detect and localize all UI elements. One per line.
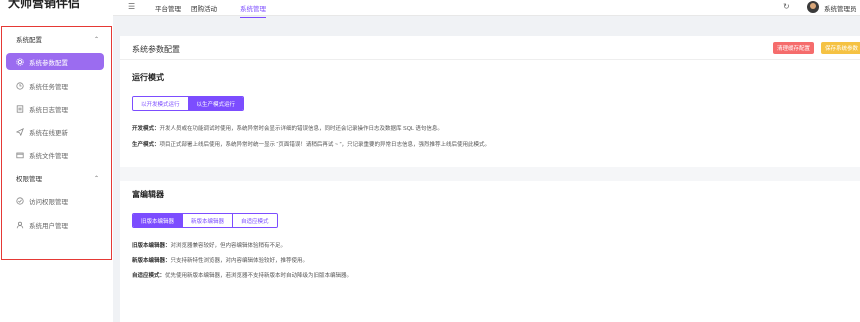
tab-platform-management[interactable]: 平台管理 xyxy=(155,3,181,13)
dev-mode-description: 开发模式：开发人员或在功能调试时使用，系统异常时会显示详细的错误信息，同时还会记… xyxy=(132,124,443,132)
clear-cache-button[interactable]: 清理缓存配置 xyxy=(773,42,815,54)
desc-text: 优先使用新版本编辑器，若浏览器不支持新版本时自动降级为旧版本编辑器。 xyxy=(165,273,353,279)
section-divider xyxy=(120,167,860,181)
new-editor-option[interactable]: 新版本编辑器 xyxy=(182,214,233,227)
editor-selector: 旧版本编辑器 新版本编辑器 自适应模式 xyxy=(132,213,278,228)
user-icon xyxy=(16,221,24,229)
sidebar-item-file-management[interactable]: 系统文件管理 xyxy=(6,146,104,163)
editor-title: 富编辑器 xyxy=(132,190,164,199)
prod-mode-description: 生产模式：项目正式部署上线后使用，系统异常时统一显示 “页面错误！请稍后再试 ~… xyxy=(132,140,490,148)
save-params-button[interactable]: 保存系统参数 xyxy=(821,42,860,54)
avatar[interactable] xyxy=(807,1,819,13)
system-params-panel: 系统参数配置 清理缓存配置 保存系统参数 运行模式 以开发模式运行 以生产模式运… xyxy=(120,36,860,322)
adaptive-editor-description: 自适应模式：优先使用新版本编辑器，若浏览器不支持新版本时自动降级为旧版本编辑器。 xyxy=(132,271,352,279)
top-navigation-bar: ☰ 平台管理 团购活动 系统管理 ↻ 系统管理员 xyxy=(113,0,860,18)
desc-label: 开发模式： xyxy=(132,126,160,132)
gear-icon xyxy=(16,57,24,66)
sidebar-group-system-config[interactable]: 系统配置 ⌃ xyxy=(0,32,113,46)
send-icon xyxy=(16,127,24,136)
sidebar-group-label: 系统配置 xyxy=(16,37,42,44)
prod-mode-option[interactable]: 以生产模式运行 xyxy=(187,97,244,110)
sidebar-group-label: 权限管理 xyxy=(16,176,42,183)
sidebar-group-permission[interactable]: 权限管理 ⌃ xyxy=(0,171,113,185)
desc-text: 对浏览器兼容较好，但内容编辑体验稍有不足。 xyxy=(170,243,287,249)
panel-header: 系统参数配置 清理缓存配置 保存系统参数 xyxy=(120,36,860,60)
document-icon xyxy=(16,104,24,113)
adaptive-editor-option[interactable]: 自适应模式 xyxy=(232,214,277,227)
clock-icon xyxy=(16,81,24,90)
tab-group-buying[interactable]: 团购活动 xyxy=(191,3,217,13)
folder-icon xyxy=(16,151,24,159)
sidebar-item-online-update[interactable]: 系统在线更新 xyxy=(6,123,104,140)
old-editor-description: 旧版本编辑器：对浏览器兼容较好，但内容编辑体验稍有不足。 xyxy=(132,241,286,249)
sidebar: 大师营销伴侣 系统配置 ⌃ 系统参数配置 系统任务管理 系统日志管理 系统在线更… xyxy=(0,0,113,322)
run-mode-title: 运行模式 xyxy=(132,73,164,82)
sidebar-item-label: 系统日志管理 xyxy=(29,106,68,114)
menu-toggle-icon[interactable]: ☰ xyxy=(128,2,135,11)
run-mode-selector: 以开发模式运行 以生产模式运行 xyxy=(132,96,245,111)
tab-system-management[interactable]: 系统管理 xyxy=(240,3,266,18)
refresh-icon[interactable]: ↻ xyxy=(783,2,790,11)
sidebar-item-user-management[interactable]: 系统用户管理 xyxy=(6,216,104,233)
old-editor-option[interactable]: 旧版本编辑器 xyxy=(133,214,183,227)
chevron-up-icon: ⌃ xyxy=(93,36,99,43)
desc-label: 自适应模式： xyxy=(132,273,166,279)
sidebar-item-label: 系统文件管理 xyxy=(29,152,68,160)
page-title: 系统参数配置 xyxy=(132,45,180,54)
sidebar-item-label: 系统任务管理 xyxy=(29,83,68,91)
chevron-up-icon: ⌃ xyxy=(93,175,99,182)
new-editor-description: 新版本编辑器：只支持新特性浏览器，对内容编辑体验较好，推荐使用。 xyxy=(132,256,308,264)
desc-label: 生产模式： xyxy=(132,142,160,148)
sidebar-item-system-params[interactable]: 系统参数配置 xyxy=(6,53,104,70)
sidebar-item-label: 系统在线更新 xyxy=(29,129,68,137)
desc-text: 项目正式部署上线后使用，系统异常时统一显示 “页面错误！请稍后再试 ~ ”，只记… xyxy=(159,142,490,148)
desc-text: 开发人员或在功能调试时使用，系统异常时会显示详细的错误信息，同时还会记录操作日志… xyxy=(159,126,443,132)
desc-text: 只支持新特性浏览器，对内容编辑体验较好，推荐使用。 xyxy=(170,258,309,264)
shield-check-icon xyxy=(16,196,24,205)
sidebar-item-log-management[interactable]: 系统日志管理 xyxy=(6,100,104,117)
sidebar-item-label: 系统参数配置 xyxy=(29,59,68,67)
user-name[interactable]: 系统管理员 xyxy=(824,3,857,13)
sidebar-item-access-permission[interactable]: 访问权限管理 xyxy=(6,192,104,209)
brand-title: 大师营销伴侣 xyxy=(8,0,81,10)
desc-label: 旧版本编辑器： xyxy=(132,243,171,249)
sidebar-item-label: 访问权限管理 xyxy=(29,198,68,206)
sidebar-item-task-management[interactable]: 系统任务管理 xyxy=(6,77,104,94)
desc-label: 新版本编辑器： xyxy=(132,258,171,264)
dev-mode-option[interactable]: 以开发模式运行 xyxy=(133,97,188,110)
sidebar-item-label: 系统用户管理 xyxy=(29,222,68,230)
